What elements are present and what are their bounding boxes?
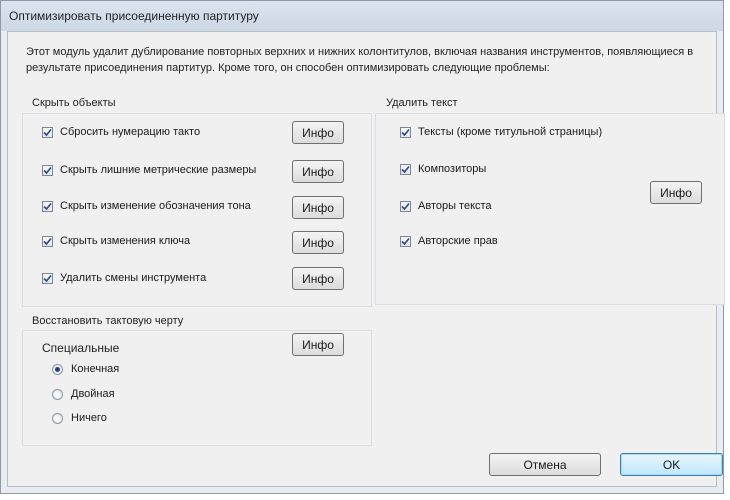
item-label: Авторы текста [418, 200, 492, 212]
radio-option-double[interactable]: Двойная [52, 386, 115, 402]
radio-button[interactable] [52, 412, 63, 424]
delete-text-item[interactable]: Авторские прав [400, 233, 498, 249]
info-button-delete-text[interactable]: Инфо [650, 181, 702, 204]
checkbox-hide-time-signatures[interactable] [42, 164, 53, 176]
check-mark-icon [43, 166, 52, 174]
item-label: Тексты (кроме титульной страницы) [418, 126, 603, 138]
delete-text-item[interactable]: Авторы текста [400, 198, 492, 214]
info-button-remove-instrument-changes[interactable]: Инфо [292, 267, 344, 290]
checkbox-remove-instrument-changes[interactable] [42, 272, 53, 284]
item-label: Авторские прав [418, 235, 498, 247]
checkbox-hide-clef-changes[interactable] [42, 235, 53, 247]
restore-barline-label: Восстановить тактовую черту [32, 315, 184, 327]
radio-option-none[interactable]: Ничего [52, 410, 107, 426]
hide-objects-item[interactable]: Скрыть изменение обозначения тона [42, 198, 251, 214]
hide-objects-item[interactable]: Сбросить нумерацию такто [42, 124, 200, 140]
item-label: Сбросить нумерацию такто [60, 126, 201, 138]
check-mark-icon [401, 237, 410, 245]
info-button-hide-key-changes[interactable]: Инфо [292, 196, 344, 219]
check-mark-icon [43, 274, 52, 282]
info-button-restore-barline[interactable]: Инфо [292, 333, 344, 356]
item-label: Удалить смены инструмента [60, 272, 207, 284]
dialog-title: Оптимизировать присоединенную партитуру [9, 9, 259, 23]
option-label: Двойная [71, 388, 115, 400]
hide-objects-label: Скрыть объекты [32, 97, 116, 109]
option-label: Ничего [71, 412, 107, 424]
info-button-reset-bar-numbers[interactable]: Инфо [292, 121, 344, 144]
hide-objects-item[interactable]: Удалить смены инструмента [42, 270, 206, 286]
cancel-button[interactable]: Отмена [489, 453, 601, 476]
check-mark-icon [401, 165, 410, 173]
item-label: Скрыть лишние метрические размеры [60, 164, 257, 176]
delete-text-item[interactable]: Тексты (кроме титульной страницы) [400, 124, 602, 140]
check-mark-icon [401, 202, 410, 210]
check-mark-icon [401, 128, 410, 136]
option-label: Конечная [71, 363, 120, 375]
description-text: Этот модуль удалит дублирование повторны… [26, 46, 694, 74]
ok-button[interactable]: OK [620, 453, 723, 476]
delete-text-label: Удалить текст [386, 97, 458, 109]
item-label: Скрыть изменения ключа [60, 235, 191, 247]
checkbox-reset-bar-numbers[interactable] [42, 126, 53, 138]
checkbox-lyricists[interactable] [400, 200, 411, 212]
special-label: Специальные [42, 341, 120, 355]
title-bar[interactable]: Оптимизировать присоединенную партитуру [1, 1, 723, 31]
hide-objects-item[interactable]: Скрыть изменения ключа [42, 233, 190, 249]
hide-objects-item[interactable]: Скрыть лишние метрические размеры [42, 162, 256, 178]
radio-option-final[interactable]: Конечная [52, 361, 119, 377]
checkbox-texts[interactable] [400, 126, 411, 138]
check-mark-icon [43, 202, 52, 210]
check-mark-icon [43, 128, 52, 136]
info-button-hide-clef-changes[interactable]: Инфо [292, 231, 344, 254]
checkbox-copyright[interactable] [400, 235, 411, 247]
checkbox-hide-key-changes[interactable] [42, 200, 53, 212]
item-label: Скрыть изменение обозначения тона [60, 200, 251, 212]
radio-dot-icon [55, 366, 60, 372]
radio-button[interactable] [52, 363, 63, 375]
radio-button[interactable] [52, 388, 63, 400]
checkbox-composers[interactable] [400, 163, 411, 175]
check-mark-icon [43, 237, 52, 245]
info-button-hide-time-signatures[interactable]: Инфо [292, 160, 344, 183]
delete-text-item[interactable]: Композиторы [400, 161, 486, 177]
item-label: Композиторы [418, 163, 487, 175]
